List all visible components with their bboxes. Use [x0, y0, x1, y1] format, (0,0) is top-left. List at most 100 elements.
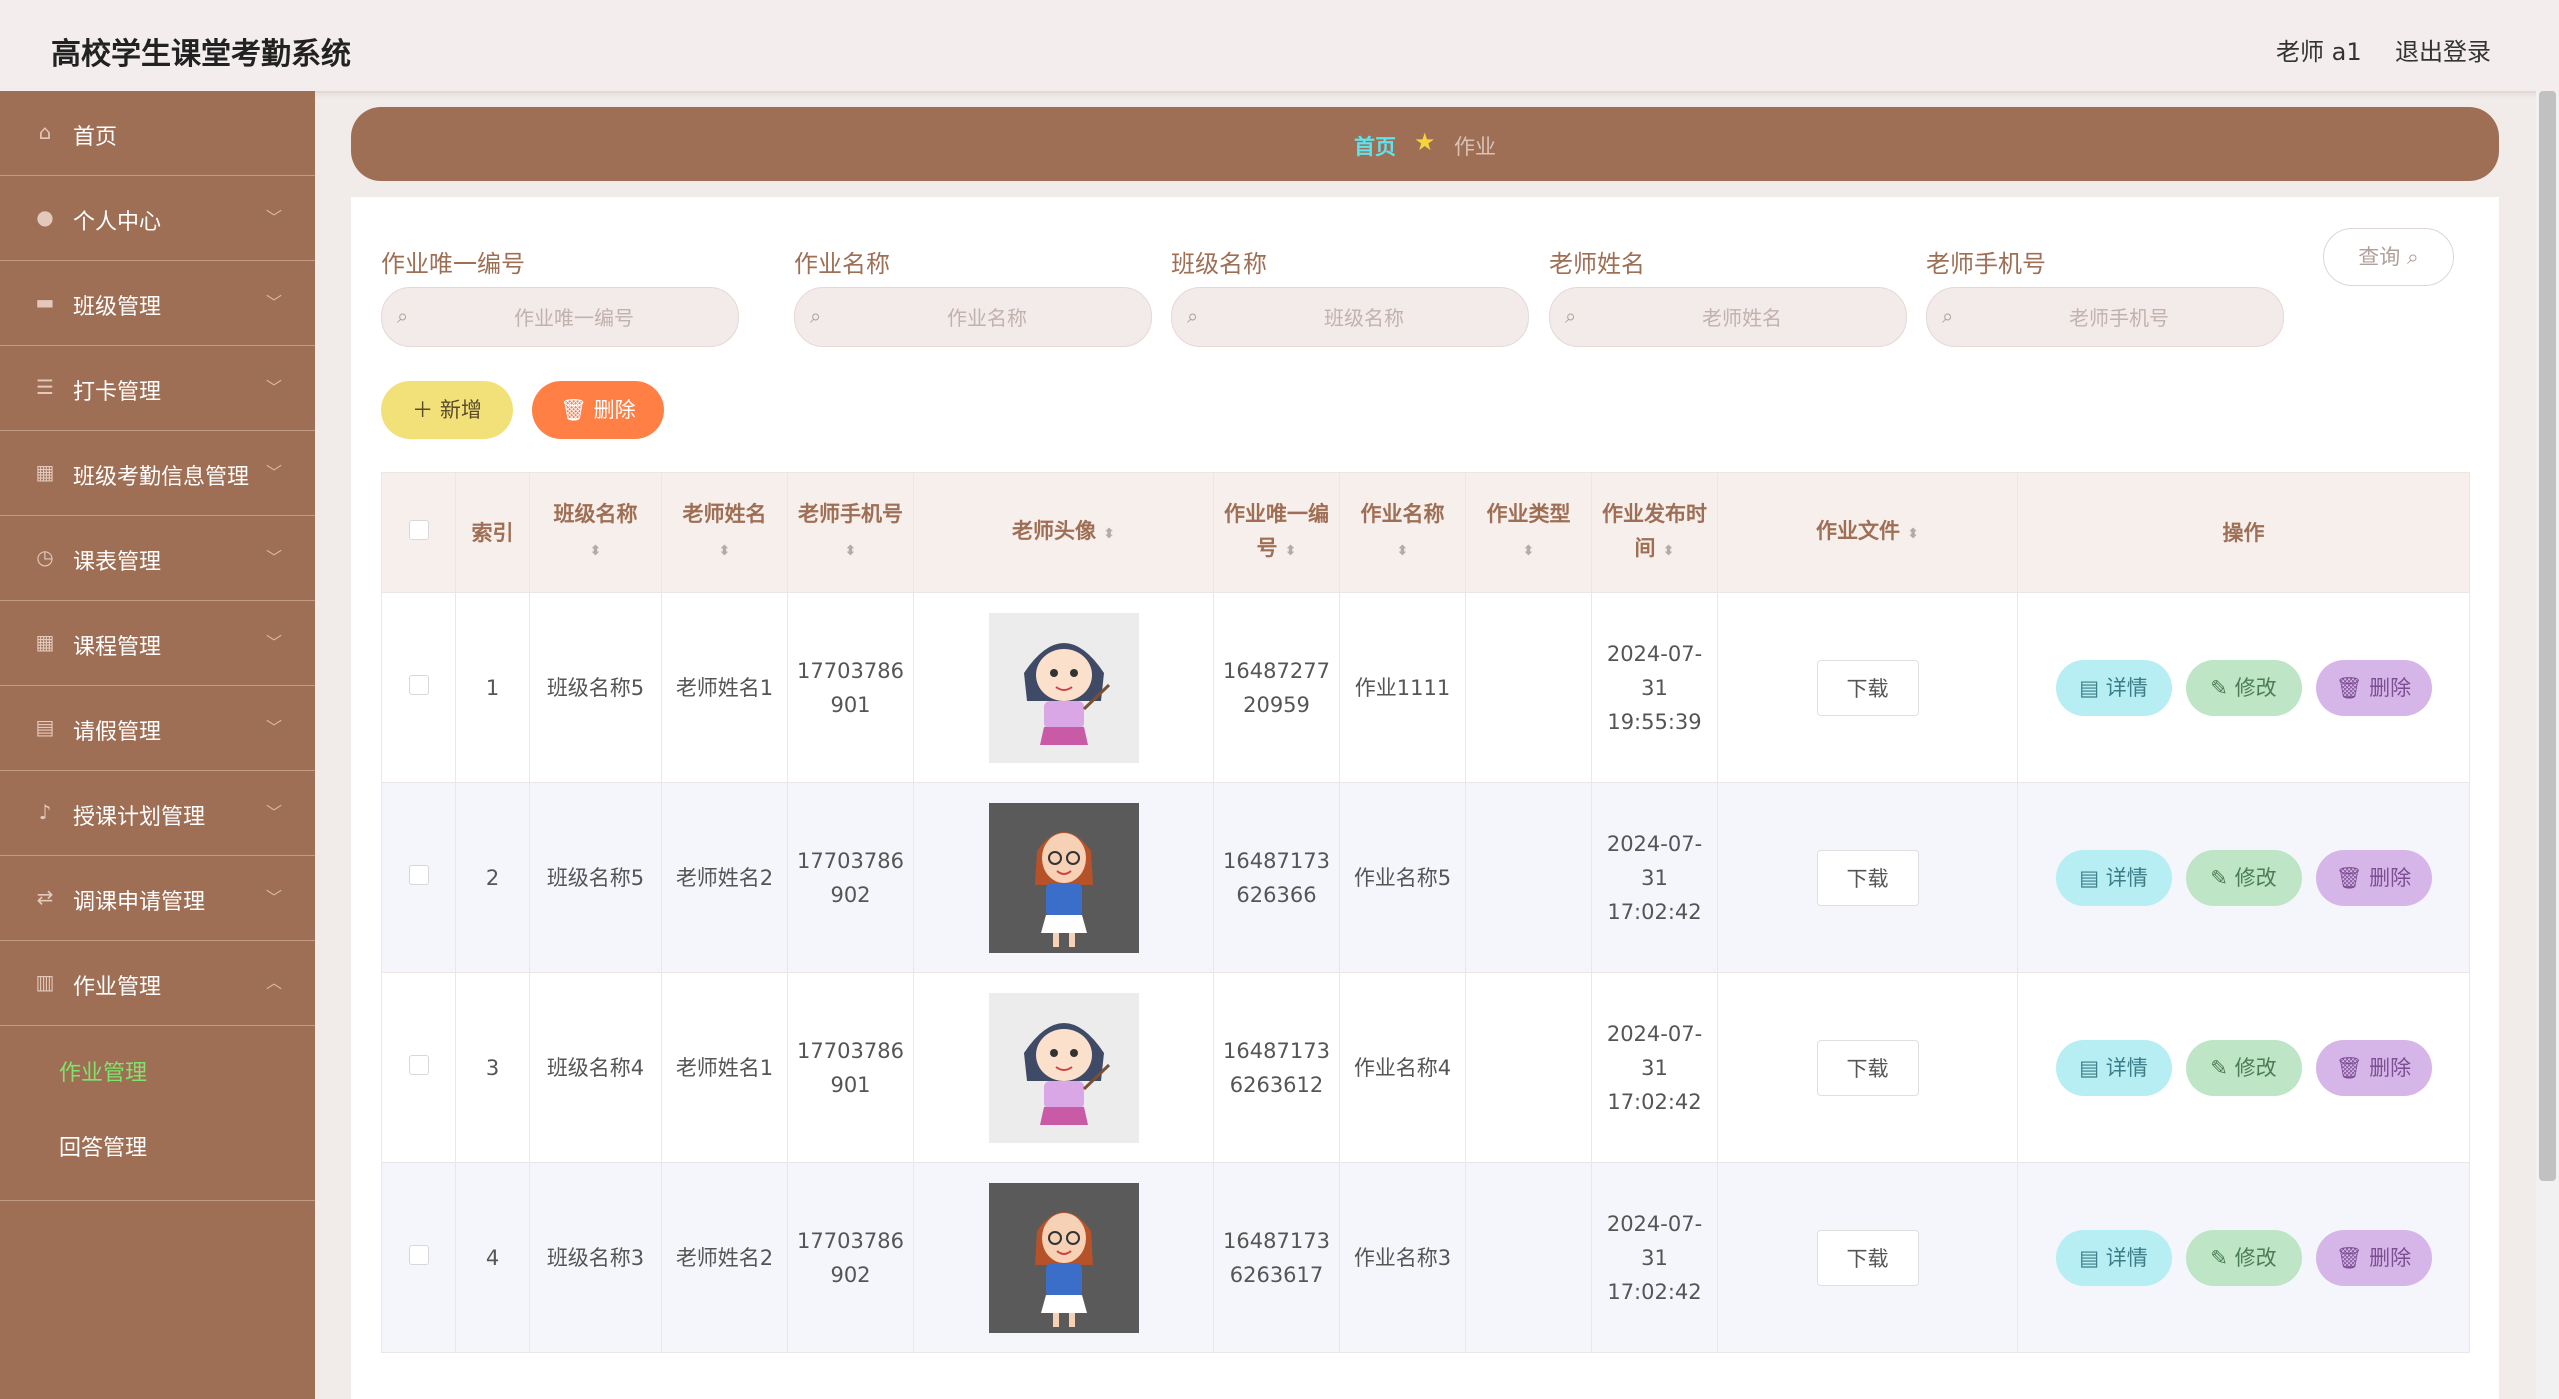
sort-icon[interactable]: ⬍: [1907, 526, 1919, 542]
filter-input-4[interactable]: [1967, 288, 2271, 348]
row-checkbox[interactable]: [408, 1244, 429, 1265]
row-checkbox[interactable]: [408, 864, 429, 885]
homework-table: 索引 班级名称 ⬍ 老师姓名 ⬍ 老师手机号 ⬍ 老师头像 ⬍ 作业唯一编号 ⬍ 作…: [381, 472, 2470, 1353]
header-hw-name[interactable]: 作业名称 ⬍: [1339, 472, 1466, 593]
header-class-name[interactable]: 班级名称 ⬍: [529, 472, 662, 593]
detail-button[interactable]: ▤ 详情: [2055, 849, 2172, 906]
query-button[interactable]: 查询 ⌕: [2323, 228, 2454, 286]
search-icon: ⌕: [397, 304, 409, 328]
trash-icon: 🗑: [2335, 1055, 2370, 1080]
delete-button[interactable]: 🗑 删除: [2315, 849, 2432, 906]
detail-icon: ▤: [2079, 675, 2106, 700]
header-publish-time-label: 作业发布时间: [1602, 502, 1707, 560]
batch-delete-button[interactable]: 🗑 删除: [532, 381, 664, 439]
cell-teacher-phone: 17703786901: [787, 592, 914, 783]
add-button[interactable]: ＋ 新增: [381, 381, 513, 439]
scrollbar-thumb[interactable]: [2539, 91, 2556, 1181]
download-button[interactable]: 下载: [1816, 849, 1919, 906]
download-button[interactable]: 下载: [1816, 659, 1919, 716]
cell-index: 3: [455, 972, 530, 1163]
cell-hw-file: 下载: [1717, 972, 2018, 1163]
sidebar-item-6[interactable]: ▦ 课程管理 ﹀: [0, 601, 315, 686]
header-avatar[interactable]: 老师头像 ⬍: [913, 472, 1214, 593]
edit-button[interactable]: ✎ 修改: [2185, 1039, 2302, 1096]
header-teacher-name[interactable]: 老师姓名 ⬍: [661, 472, 788, 593]
sidebar-item-3[interactable]: ☰ 打卡管理 ﹀: [0, 346, 315, 431]
calendar-icon: ▤: [35, 715, 55, 739]
download-button[interactable]: 下载: [1816, 1229, 1919, 1286]
filter-input-1[interactable]: [835, 288, 1139, 348]
sidebar-item-label: 调课申请管理: [73, 890, 206, 915]
filter-input-2[interactable]: [1212, 288, 1516, 348]
query-label: 查询: [2358, 245, 2401, 269]
cell-teacher-name: 老师姓名1: [661, 972, 788, 1163]
sidebar-item-8[interactable]: ♪ 授课计划管理 ﹀: [0, 771, 315, 856]
edit-icon: ✎: [2210, 675, 2235, 700]
cell-hw-id: 164871736263617: [1213, 1162, 1340, 1353]
sidebar-item-label: 课表管理: [73, 550, 162, 575]
sort-icon[interactable]: ⬍: [1523, 543, 1535, 559]
delete-button[interactable]: 🗑 删除: [2315, 659, 2432, 716]
delete-button[interactable]: 🗑 删除: [2315, 1229, 2432, 1286]
detail-button[interactable]: ▤ 详情: [2055, 659, 2172, 716]
app-title: 高校学生课堂考勤系统: [51, 37, 351, 72]
filter-input-0[interactable]: [422, 288, 726, 348]
detail-icon: ▤: [2079, 865, 2106, 890]
breadcrumb-home[interactable]: 首页: [1354, 131, 1396, 161]
sort-icon[interactable]: ⬍: [1103, 526, 1115, 542]
header-avatar-label: 老师头像: [1011, 519, 1096, 543]
sidebar-item-9[interactable]: ⇄ 调课申请管理 ﹀: [0, 856, 315, 941]
row-checkbox[interactable]: [408, 674, 429, 695]
select-cell: [381, 782, 456, 973]
select-cell: [381, 1162, 456, 1353]
sidebar-subitem-0[interactable]: 作业管理: [0, 1036, 315, 1111]
row-checkbox[interactable]: [408, 1054, 429, 1075]
delete-label: 删除: [2369, 1245, 2412, 1270]
user-icon: ●: [36, 205, 54, 229]
sidebar-item-1[interactable]: ● 个人中心 ﹀: [0, 176, 315, 261]
sort-icon[interactable]: ⬍: [1663, 543, 1675, 559]
header-hw-file[interactable]: 作业文件 ⬍: [1717, 472, 2018, 593]
header-hw-name-label: 作业名称: [1360, 502, 1445, 526]
sidebar-item-2[interactable]: ▬ 班级管理 ﹀: [0, 261, 315, 346]
cell-avatar: [913, 1162, 1214, 1353]
sort-icon[interactable]: ⬍: [719, 543, 731, 559]
sidebar-item-5[interactable]: ◷ 课表管理 ﹀: [0, 516, 315, 601]
detail-label: 详情: [2105, 1245, 2148, 1270]
logout-link[interactable]: 退出登录: [2395, 32, 2491, 67]
sort-icon[interactable]: ⬍: [590, 543, 602, 559]
sidebar-item-4[interactable]: ▦ 班级考勤信息管理 ﹀: [0, 431, 315, 516]
sidebar-subitem-1[interactable]: 回答管理: [0, 1111, 315, 1186]
sidebar-item-10[interactable]: ▥ 作业管理 ︿: [0, 941, 315, 1026]
header-hw-id[interactable]: 作业唯一编号 ⬍: [1213, 472, 1340, 593]
header-publish-time[interactable]: 作业发布时间 ⬍: [1591, 472, 1718, 593]
edit-button[interactable]: ✎ 修改: [2185, 849, 2302, 906]
filter-label-3: 老师姓名: [1549, 250, 1645, 278]
detail-button[interactable]: ▤ 详情: [2055, 1229, 2172, 1286]
sort-icon[interactable]: ⬍: [1397, 543, 1409, 559]
chevron-down-icon: ﹀: [266, 718, 283, 737]
cell-hw-type: [1465, 592, 1592, 783]
chevron-down-icon: ﹀: [266, 633, 283, 652]
sort-icon[interactable]: ⬍: [845, 543, 857, 559]
cell-teacher-phone: 17703786901: [787, 972, 914, 1163]
cell-class-name: 班级名称4: [529, 972, 662, 1163]
header-teacher-phone[interactable]: 老师手机号 ⬍: [787, 472, 914, 593]
search-icon: ⌕: [810, 304, 822, 328]
delete-button[interactable]: 🗑 删除: [2315, 1039, 2432, 1096]
cell-class-name: 班级名称3: [529, 1162, 662, 1353]
detail-label: 详情: [2105, 1055, 2148, 1080]
detail-button[interactable]: ▤ 详情: [2055, 1039, 2172, 1096]
edit-button[interactable]: ✎ 修改: [2185, 659, 2302, 716]
chevron-up-icon: ︿: [266, 973, 283, 992]
select-all-checkbox[interactable]: [408, 519, 429, 540]
sidebar-item-0[interactable]: ⌂ 首页: [0, 91, 315, 176]
cell-actions: ▤ 详情 ✎ 修改 🗑 删除: [2017, 972, 2470, 1163]
sidebar-item-7[interactable]: ▤ 请假管理 ﹀: [0, 686, 315, 771]
sort-icon[interactable]: ⬍: [1285, 543, 1297, 559]
download-button[interactable]: 下载: [1816, 1039, 1919, 1096]
filter-input-3[interactable]: [1590, 288, 1894, 348]
edit-button[interactable]: ✎ 修改: [2185, 1229, 2302, 1286]
search-icon: ⌕: [1187, 304, 1199, 328]
header-hw-type[interactable]: 作业类型 ⬍: [1465, 472, 1592, 593]
